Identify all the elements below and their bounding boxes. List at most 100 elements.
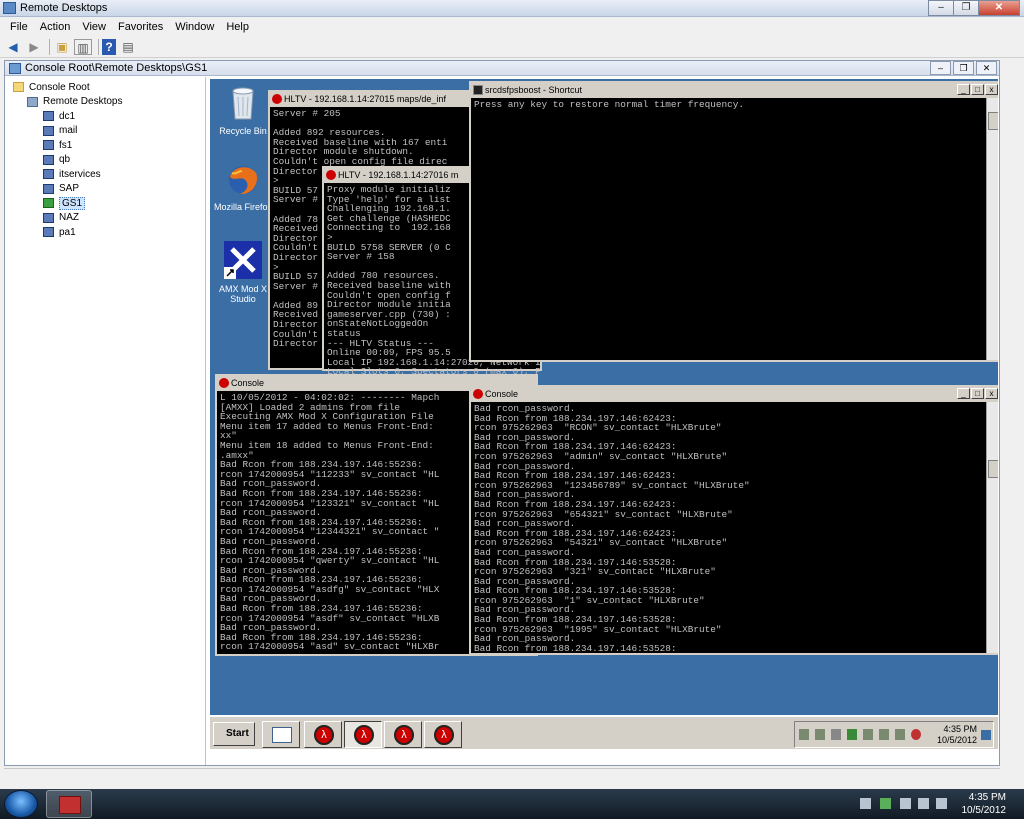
scrollbar-thumb[interactable] [988,112,998,130]
flag-icon[interactable] [900,798,911,809]
menu-favorites[interactable]: Favorites [112,21,169,33]
taskbar-button-hltv-2[interactable]: λ [384,721,422,748]
tree-item-pa1[interactable]: pa1 [5,225,205,240]
volume-icon[interactable] [936,798,947,809]
close-button[interactable]: x [985,388,998,399]
computer-icon [43,183,54,194]
tree-item-qb[interactable]: qb [5,153,205,168]
up-folder-icon[interactable]: ▣ [53,39,71,55]
lambda-icon: λ [314,725,334,745]
recycle-bin-icon [232,87,254,120]
tree-item-mail[interactable]: mail [5,124,205,139]
tree-node-console-root[interactable]: Console Root [5,80,205,95]
desktop-icon-firefox[interactable]: Mozilla Firefox [212,163,274,212]
console-line: Press any key to restore normal timer fr… [474,99,745,110]
minimize-button[interactable]: _ [957,388,970,399]
tree-item-naz[interactable]: NAZ [5,211,205,226]
tree-item-itservices[interactable]: itservices [5,167,205,182]
tray-icon[interactable] [815,729,825,740]
scrollbar-thumb[interactable] [988,460,998,478]
toolbox-icon [59,796,81,814]
flag-icon[interactable] [831,729,841,740]
child-minimize-button[interactable]: – [930,61,951,75]
network-icon[interactable] [860,798,871,809]
taskbar-app-remote-desktops[interactable] [46,790,92,818]
close-button[interactable]: ✕ [978,0,1020,16]
maximize-button[interactable]: □ [971,84,984,95]
computer-icon [43,154,54,165]
folder-icon [13,82,24,93]
maximize-button[interactable]: □ [971,388,984,399]
lambda-icon [473,389,483,399]
forward-icon[interactable]: ▶ [25,39,43,55]
tree-item-sap[interactable]: SAP [5,182,205,197]
lambda-icon [219,378,229,388]
menu-help[interactable]: Help [220,21,255,33]
desktop-icon-amx-studio[interactable]: AMX Mod X Studio [214,241,272,304]
security-icon[interactable] [880,798,891,809]
close-button[interactable]: x [985,84,998,95]
remote-desktop-view[interactable]: Recycle Bin Mozilla Firefox AMX Mod X St… [210,79,998,749]
taskbar-button-hltv-1[interactable]: λ [304,721,342,748]
srcds-window[interactable]: srcdsfpsboost - Shortcut _ □ x Press any… [469,81,998,362]
desktop-icon-recycle-bin[interactable]: Recycle Bin [214,85,272,136]
vertical-scrollbar[interactable] [986,402,998,653]
lambda-icon [326,170,336,180]
cmd-icon [473,85,483,95]
menu-window[interactable]: Window [169,21,220,33]
taskbar-button-explorer[interactable] [262,721,300,748]
remote-desktops-icon [27,96,38,107]
tray-icon[interactable] [895,729,905,740]
tree-item-fs1[interactable]: fs1 [5,138,205,153]
properties-icon[interactable]: ▤ [119,39,137,55]
lambda-icon: λ [354,725,374,745]
tree-node-remote-desktops[interactable]: Remote Desktops [5,95,205,110]
window-title-bar[interactable]: HLTV - 192.168.1.14:27015 maps/de_inf [270,92,491,107]
amx-studio-icon [224,241,262,279]
console-tree-icon[interactable]: ▥ [74,38,92,55]
host-clock[interactable]: 4:35 PM 10/5/2012 [962,791,1007,817]
menu-view[interactable]: View [76,21,112,33]
power-icon[interactable] [918,798,929,809]
taskbar-button-console-2[interactable]: λ [424,721,462,748]
computer-icon [43,140,54,151]
tray-icon[interactable] [863,729,873,740]
tree-item-gs1[interactable]: GS1 [5,196,205,211]
maximize-button[interactable]: ❐ [953,0,979,16]
title-bar[interactable]: Remote Desktops – ❐ ✕ [0,0,1024,17]
tray-icon[interactable] [799,729,809,740]
minimize-button[interactable]: _ [957,84,970,95]
vertical-scrollbar[interactable] [986,98,998,360]
menu-bar: File Action View Favorites Window Help [0,17,1024,36]
window-title-bar[interactable]: srcdsfpsboost - Shortcut _ □ x [471,83,998,98]
window-title-bar[interactable]: Console _ □ x [471,387,998,402]
child-close-button[interactable]: ✕ [976,61,997,75]
child-title-bar[interactable]: Console Root\Remote Desktops\GS1 – ❐ ✕ [5,61,999,76]
remote-taskbar: Start λ λ λ λ 4:35 PM 10/5/2012 [210,715,998,749]
console-output: Bad rcon_password. Bad Rcon from 188.234.… [471,402,998,652]
window-title: HLTV - 192.168.1.14:27016 m [338,170,459,180]
remote-start-button[interactable]: Start [213,722,255,746]
desktop-icon-label: Mozilla Firefox [213,202,272,212]
taskbar-button-console[interactable]: λ [344,721,382,748]
lambda-icon: λ [394,725,414,745]
show-desktop-icon[interactable] [981,730,991,740]
firefox-icon [229,166,258,195]
status-bar [4,768,1000,788]
remote-clock[interactable]: 4:35 PM 10/5/2012 [937,724,977,746]
volume-icon[interactable] [911,729,921,740]
windows-start-orb[interactable] [4,790,38,818]
child-restore-button[interactable]: ❐ [953,61,974,75]
minimize-button[interactable]: – [928,0,954,16]
menu-action[interactable]: Action [34,21,77,33]
console-window-2[interactable]: Console _ □ x Bad rcon_password. Bad Rcon… [469,385,998,655]
help-icon[interactable]: ? [102,38,116,55]
desktop-icon-label: AMX Mod X Studio [218,284,267,304]
back-icon[interactable]: ◀ [4,39,22,55]
menu-file[interactable]: File [4,21,34,33]
computer-icon [43,169,54,180]
tray-icon[interactable] [847,729,857,740]
tree-item-dc1[interactable]: dc1 [5,109,205,124]
tray-icon[interactable] [879,729,889,740]
window-title: HLTV - 192.168.1.14:27015 maps/de_inf [284,94,446,104]
